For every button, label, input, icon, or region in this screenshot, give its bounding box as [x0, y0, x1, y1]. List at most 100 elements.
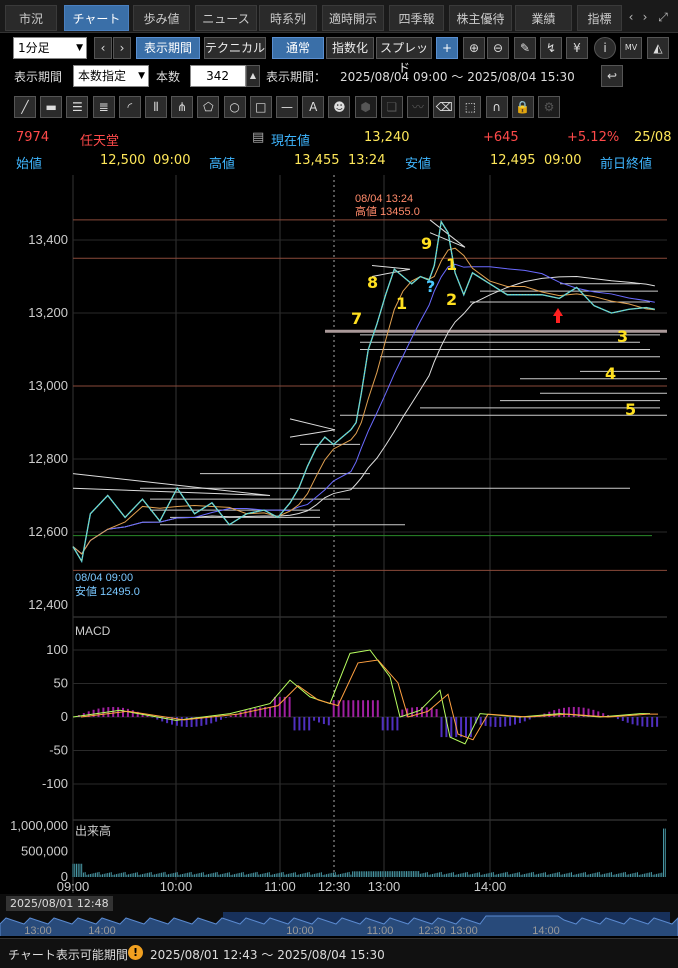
count-input[interactable]: 342 — [190, 65, 246, 87]
pencil-icon[interactable]: ✎ — [514, 37, 536, 59]
ruler-tool-icon[interactable]: ▬ — [40, 96, 63, 118]
y-tick-label: 12,800 — [28, 451, 68, 466]
macd-bar — [318, 717, 320, 723]
return-icon[interactable]: ↩ — [601, 65, 623, 87]
low-value: 12,495 — [490, 153, 536, 168]
macd-bar — [357, 700, 360, 717]
macd-bar — [514, 717, 516, 725]
prev-button[interactable]: ‹ — [94, 37, 112, 59]
hlines2-tool-icon[interactable]: ≣ — [92, 96, 115, 118]
display-period-button[interactable]: 表示期間 — [136, 37, 200, 59]
circle-tool-icon[interactable]: ○ — [223, 96, 246, 118]
macd-bar — [558, 708, 561, 717]
lock-tool-icon[interactable]: 🔒 — [511, 96, 534, 118]
index-button[interactable]: 指数化 — [326, 37, 374, 59]
wave-tool-icon[interactable]: 〰 — [407, 96, 429, 118]
vlines-tool-icon[interactable]: ⦀ — [145, 96, 167, 118]
wave-count-label: ? — [426, 277, 435, 296]
open-time: 09:00 — [153, 153, 191, 168]
tab-disclosure[interactable]: 適時開示 — [322, 5, 384, 31]
y-tick-label: 13,400 — [28, 232, 68, 247]
technical-button[interactable]: テクニカル — [204, 37, 266, 59]
change-pct: +5.12% — [567, 130, 620, 145]
macd-bar — [269, 707, 271, 717]
open-label: 始値 — [16, 157, 43, 172]
area-chart-icon[interactable]: ◭ — [647, 37, 669, 59]
tab-earnings[interactable]: 業績 — [515, 5, 572, 31]
icon-tool-icon[interactable]: ☻ — [328, 96, 351, 118]
high-label: 高値 — [209, 157, 236, 172]
prev-close-label: 前日終値 — [600, 157, 653, 172]
quote-date: 25/08 — [634, 130, 672, 145]
macd-panel: 100 50 0 -50 -100 MACD — [42, 624, 667, 791]
wave-count-label: 7 — [351, 309, 362, 328]
low-label: 安値 — [405, 157, 432, 172]
y-tick-label: 13,200 — [28, 305, 68, 320]
macd-bar — [504, 717, 507, 727]
gear-tool-icon[interactable]: ⚙ — [538, 96, 560, 118]
navigator-tick: 14:00 — [88, 925, 116, 936]
tab-shikiho[interactable]: 四季報 — [389, 5, 444, 31]
stamp-tool-icon[interactable]: ⬢ — [354, 96, 377, 118]
wave-count-label: 3 — [617, 327, 628, 346]
crosshair-icon[interactable]: + — [436, 37, 458, 59]
zoom-in-icon[interactable]: ⊕ — [463, 37, 485, 59]
period-mode-select[interactable]: 本数指定 ▼ — [73, 65, 149, 87]
fork-tool-icon[interactable]: ⋔ — [171, 96, 194, 118]
interval-value: 1分足 — [18, 41, 50, 55]
zoom-out-icon[interactable]: ⊖ — [487, 37, 509, 59]
chart-area[interactable]: 13,40013,20013,00012,80012,60012,400 100… — [0, 175, 678, 893]
eraser-tool-icon[interactable]: ⌫ — [433, 96, 456, 118]
macd-bar — [298, 717, 301, 731]
x-tick-label: 13:00 — [368, 879, 401, 893]
macd-bar — [205, 717, 208, 725]
macd-bar — [151, 717, 154, 718]
tab-benefits[interactable]: 株主優待 — [449, 5, 512, 31]
interval-select[interactable]: 1分足 ▼ — [13, 37, 87, 59]
fan-tool-icon[interactable]: ◜ — [118, 96, 141, 118]
hlines-tool-icon[interactable]: ☰ — [66, 96, 89, 118]
macd-bar — [220, 717, 222, 720]
mv-icon[interactable]: MV — [620, 37, 642, 59]
stepper-icon[interactable]: ▲ — [246, 65, 260, 87]
line-tool-icon[interactable]: ╱ — [14, 96, 36, 118]
macd-bar — [465, 717, 467, 738]
tab-news[interactable]: ニュース — [195, 5, 257, 31]
magnet-tool-icon[interactable]: ∩ — [485, 96, 508, 118]
triangle-line — [72, 473, 271, 496]
spread-button[interactable]: スプレッド — [376, 37, 432, 75]
hline-tool-icon[interactable]: — — [276, 96, 298, 118]
select-tool-icon[interactable]: ⬚ — [459, 96, 482, 118]
rect-tool-icon[interactable]: □ — [249, 96, 272, 118]
macd-bar — [440, 717, 443, 738]
macd-bar — [435, 709, 438, 717]
text-tool-icon[interactable]: A — [302, 96, 325, 118]
macd-bar — [126, 708, 129, 717]
tab-indicators[interactable]: 指標 — [577, 5, 622, 31]
low-annotation: 安値 12495.0 — [75, 584, 140, 598]
copy-tool-icon[interactable]: ❏ — [380, 96, 403, 118]
expand-icon[interactable]: ⤢ — [654, 8, 672, 26]
macd-bar — [371, 700, 374, 717]
range-value: 2025/08/04 09:00 ～ 2025/08/04 15:30 — [340, 70, 575, 84]
info-icon[interactable]: i — [594, 37, 616, 59]
chevron-right-icon[interactable]: › — [636, 8, 654, 26]
tab-chart[interactable]: チャート — [64, 5, 129, 31]
next-button[interactable]: › — [113, 37, 131, 59]
trend-icon[interactable]: ↯ — [540, 37, 562, 59]
up-arrow-icon — [553, 308, 563, 316]
macd-bar — [646, 717, 649, 727]
pentagon-tool-icon[interactable]: ⬠ — [197, 96, 220, 118]
macd-bar — [303, 717, 306, 731]
macd-bar — [342, 700, 345, 717]
tab-market[interactable]: 市況 — [5, 5, 57, 31]
macd-bar — [180, 717, 183, 727]
tab-ticks[interactable]: 歩み値 — [133, 5, 190, 31]
yen-icon[interactable]: ¥ — [566, 37, 588, 59]
normal-button[interactable]: 通常 — [272, 37, 324, 59]
warning-icon: ! — [128, 945, 143, 960]
macd-bar — [244, 710, 247, 717]
macd-bar — [327, 717, 330, 726]
navigator[interactable]: 13:00 14:00 10:00 11:00 12:30 13:00 14:00 2025… — [0, 894, 678, 937]
tab-timeseries[interactable]: 時系列 — [259, 5, 317, 31]
